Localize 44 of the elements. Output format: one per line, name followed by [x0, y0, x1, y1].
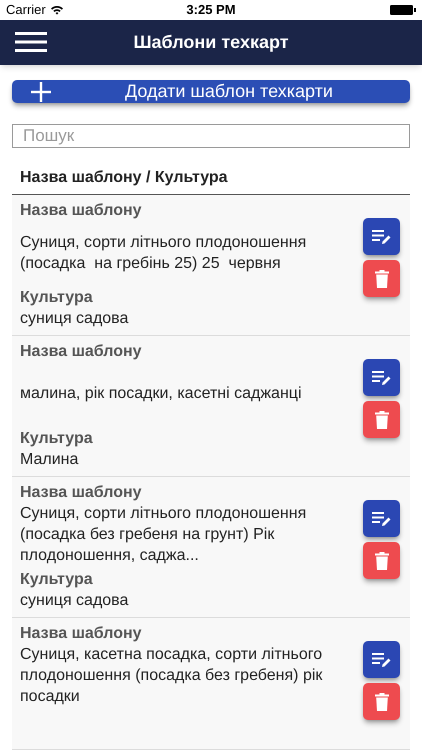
delete-button[interactable] [363, 542, 400, 579]
list-header: Назва шаблону / Культура [20, 168, 229, 188]
plus-icon [31, 82, 51, 102]
culture-name: суниця садова [20, 591, 130, 611]
carrier-name: Carrier [6, 1, 46, 19]
edit-icon [372, 228, 392, 244]
delete-button[interactable] [363, 401, 400, 438]
template-item[interactable]: Назва шаблону малина, рік посадки, касетні саджанці Культура Малина [12, 336, 410, 477]
edit-button[interactable] [363, 218, 400, 255]
template-item[interactable]: Назва шаблону Суниця, сорти літнього плодоношення (посадка на гребінь 25) 25 червня Культура суниця садова [12, 195, 410, 336]
field-label: Культура [20, 288, 94, 308]
culture-name: суниця садова [20, 309, 130, 329]
edit-icon [372, 370, 392, 386]
add-template-button[interactable]: Додати шаблон техкарти [12, 80, 410, 104]
template-name: Суниця, сорти літнього плодоношення (посадка без гребеня на грунт) Рік плодоношення, саджа... [20, 504, 308, 566]
status-time: 3:25 PM [186, 1, 236, 19]
edit-button[interactable] [363, 359, 400, 396]
trash-icon [374, 552, 388, 570]
culture-name: Малина [20, 450, 80, 470]
edit-icon [372, 510, 392, 526]
field-label: Назва шаблону [20, 342, 143, 362]
search-field[interactable]: Пошук [12, 124, 410, 148]
wifi-icon [50, 4, 64, 15]
template-item[interactable]: Назва шаблону Суниця, касетна посадка, сорти літнього плодоношення (посадка без гребеня) рік посадки [12, 618, 410, 750]
edit-button[interactable] [363, 641, 400, 678]
edit-button[interactable] [363, 500, 400, 537]
template-name: Суниця, сорти літнього плодоношення (посадка на гребінь 25) 25 червня [20, 232, 308, 274]
field-label: Назва шаблону [20, 201, 143, 221]
template-name: малина, рік посадки, касетні саджанці [20, 384, 302, 404]
field-label: Культура [20, 429, 94, 449]
field-label: Культура [20, 570, 94, 590]
template-item[interactable]: Назва шаблону Суниця, сорти літнього плодоношення (посадка без гребеня на грунт) Рік плодоношення, саджа... Культура суниця садова [12, 477, 410, 618]
trash-icon [374, 410, 388, 428]
template-name: Суниця, касетна посадка, сорти літнього плодоношення (посадка без гребеня) рік посадки [20, 645, 324, 707]
screen-title: Шаблони техкарт [133, 30, 289, 54]
field-label: Назва шаблону [20, 483, 143, 503]
battery-icon [390, 4, 416, 15]
field-label: Назва шаблону [20, 624, 143, 644]
delete-button[interactable] [363, 260, 400, 297]
delete-button[interactable] [363, 683, 400, 720]
edit-icon [372, 652, 392, 668]
trash-icon [374, 692, 388, 710]
trash-icon [374, 270, 388, 288]
menu-icon[interactable] [15, 32, 47, 52]
